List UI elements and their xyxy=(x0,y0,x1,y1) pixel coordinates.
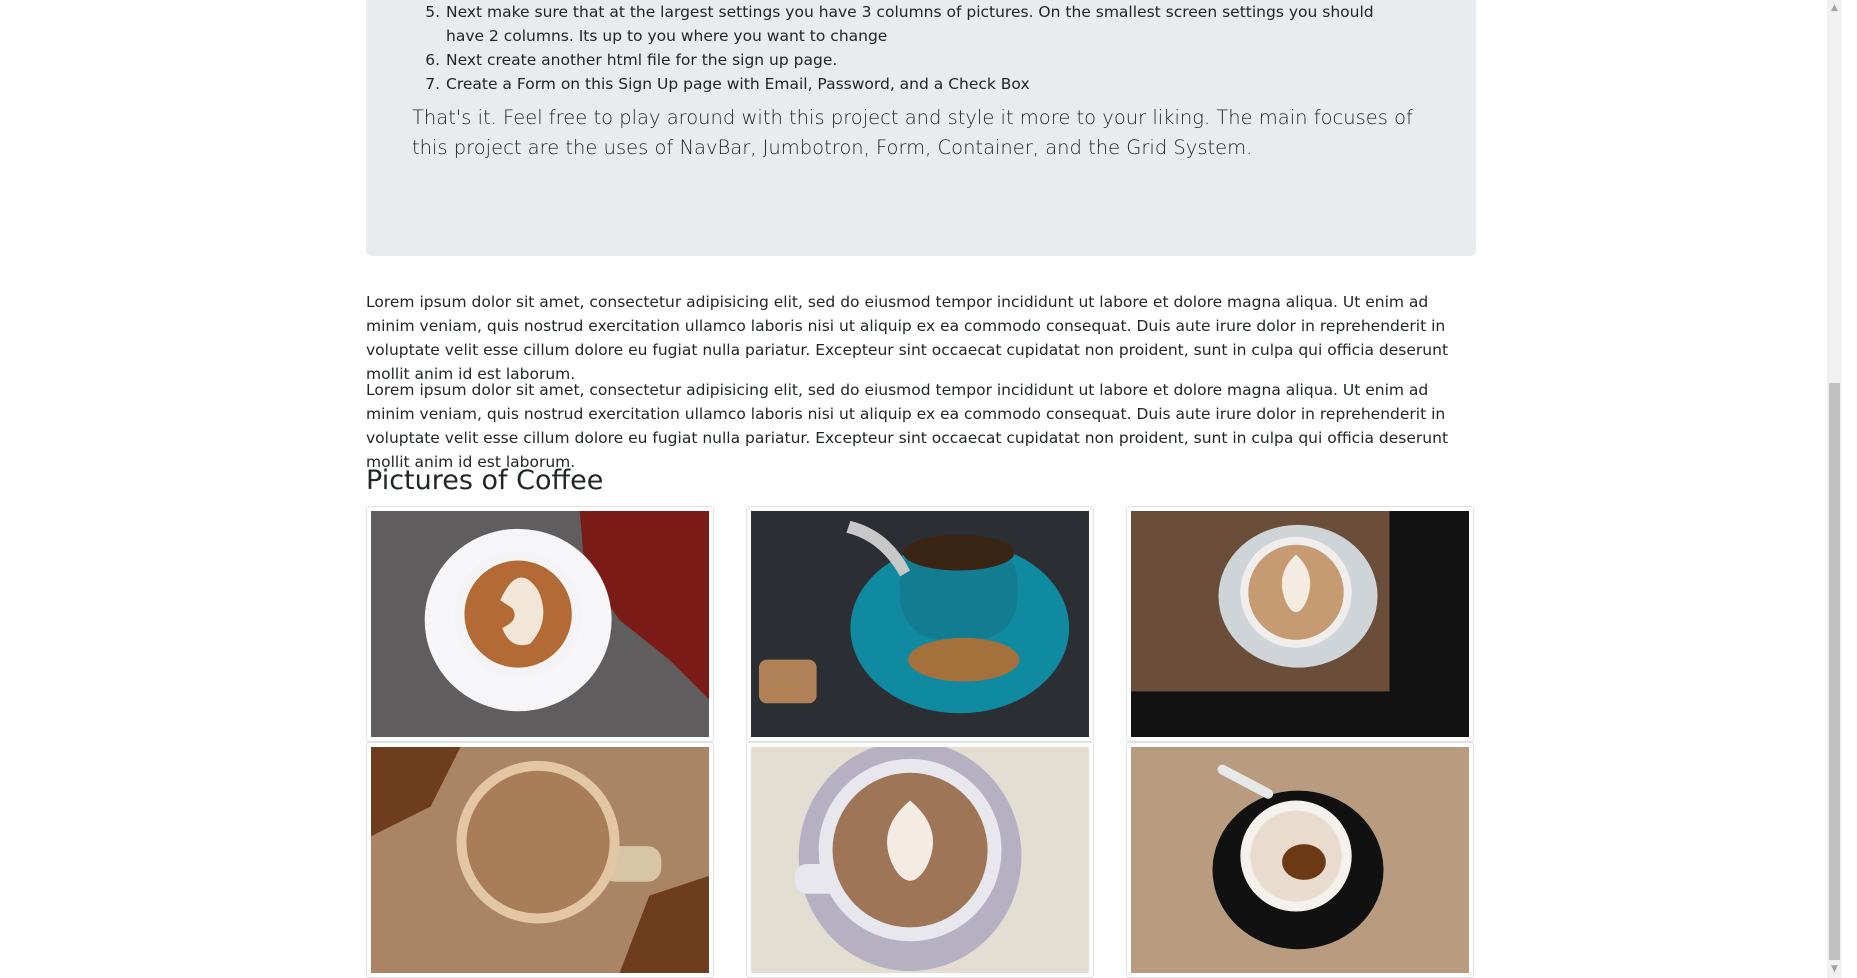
coffee-image xyxy=(371,747,709,973)
coffee-image xyxy=(1131,747,1469,973)
instruction-step: 7. Create a Form on this Sign Up page wi… xyxy=(406,72,1416,96)
scroll-up-icon[interactable]: ▲ xyxy=(1827,0,1842,17)
page: 5. Next make sure that at the largest se… xyxy=(0,0,1842,978)
coffee-thumbnail[interactable] xyxy=(366,506,714,742)
coffee-image xyxy=(751,747,1089,973)
step-text: Create a Form on this Sign Up page with … xyxy=(446,75,1030,93)
step-number: 7. xyxy=(425,75,440,93)
coffee-thumbnail[interactable] xyxy=(1126,506,1474,742)
coffee-thumbnail[interactable] xyxy=(746,506,1094,742)
instruction-step: 5. Next make sure that at the largest se… xyxy=(406,0,1416,48)
lorem-paragraph: Lorem ipsum dolor sit amet, consectetur … xyxy=(366,381,1449,471)
coffee-thumbnail[interactable] xyxy=(746,742,1094,978)
step-text: Next make sure that at the largest setti… xyxy=(446,3,1374,45)
lead-text: That's it. Feel free to play around with… xyxy=(412,106,1413,159)
gallery-title: Pictures of Coffee xyxy=(366,465,604,496)
coffee-thumbnail[interactable] xyxy=(366,742,714,978)
coffee-image xyxy=(751,511,1089,737)
scroll-down-icon[interactable]: ▼ xyxy=(1827,961,1842,978)
coffee-image xyxy=(371,511,709,737)
jumbotron: 5. Next make sure that at the largest se… xyxy=(366,0,1476,256)
instruction-step: 6. Next create another html file for the… xyxy=(406,48,1416,72)
lorem-paragraph: Lorem ipsum dolor sit amet, consectetur … xyxy=(366,293,1449,383)
instruction-steps: 5. Next make sure that at the largest se… xyxy=(406,0,1416,96)
step-number: 5. xyxy=(425,3,440,21)
step-number: 6. xyxy=(425,51,440,69)
coffee-thumbnail[interactable] xyxy=(1126,742,1474,978)
step-text: Next create another html file for the si… xyxy=(446,51,838,69)
coffee-image xyxy=(1131,511,1469,737)
scrollbar-thumb[interactable] xyxy=(1829,383,1840,960)
vertical-scrollbar[interactable]: ▲ ▼ xyxy=(1827,0,1842,978)
